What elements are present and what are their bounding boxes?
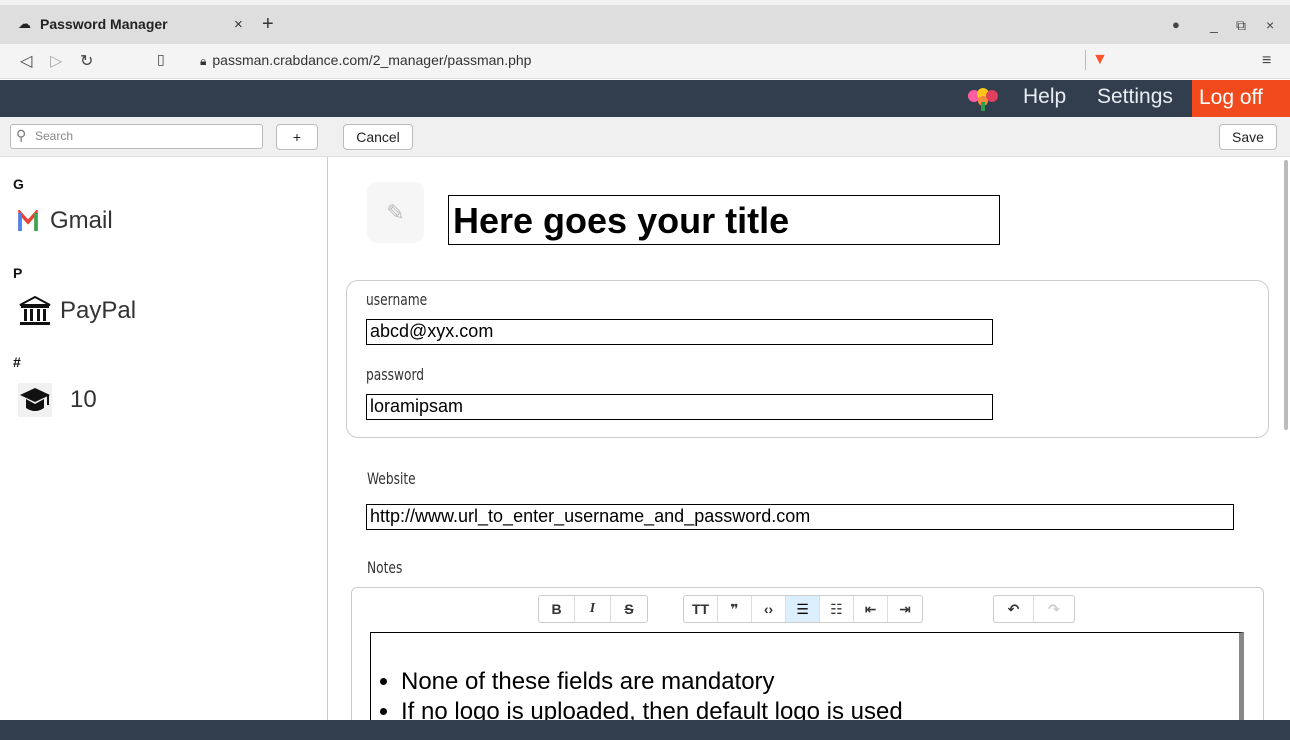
search-placeholder: Search	[35, 129, 74, 143]
list-item-paypal[interactable]: PayPal	[18, 291, 136, 331]
code-button[interactable]: ‹›	[752, 596, 786, 622]
profile-icon[interactable]: ●	[1172, 17, 1180, 32]
cancel-button[interactable]: Cancel	[343, 124, 413, 150]
url-field[interactable]: 🔒︎ passman.crabdance.com/2_manager/passma…	[200, 52, 531, 69]
bullet-list-button[interactable]: ☰	[786, 596, 820, 622]
graduation-cap-icon	[18, 383, 52, 417]
bookmark-icon[interactable]: ▯	[157, 51, 165, 68]
notes-textarea[interactable]: None of these fields are mandatory If no…	[370, 632, 1244, 732]
pencil-icon: ✎	[386, 199, 405, 225]
close-window-button[interactable]: ×	[1266, 17, 1274, 33]
website-label: Website	[367, 469, 416, 488]
group-letter: G	[13, 176, 24, 192]
numbered-list-button[interactable]: ☷	[820, 596, 854, 622]
back-icon[interactable]: ◁	[20, 51, 32, 71]
website-field[interactable]: http://www.url_to_enter_username_and_pas…	[366, 504, 1234, 530]
list-item-10[interactable]: 10	[18, 380, 97, 420]
address-bar-row: ◁ ▷ ↻ ▯ 🔒︎ passman.crabdance.com/2_manage…	[0, 44, 1290, 79]
tab-close-icon[interactable]: ×	[234, 16, 243, 33]
url-text: passman.crabdance.com/2_manager/passman.…	[212, 52, 532, 68]
flower-logo-icon	[968, 88, 998, 111]
tab-title: Password Manager	[40, 16, 168, 32]
save-button[interactable]: Save	[1219, 124, 1277, 150]
browser-menu-icon[interactable]: ≡	[1262, 52, 1271, 70]
block-group: TT ❞ ‹› ☰ ☷ ⇤ ⇥	[683, 595, 923, 623]
minimize-button[interactable]: _	[1210, 17, 1218, 33]
indent-button[interactable]: ⇥	[888, 596, 922, 622]
password-label: password	[366, 365, 425, 384]
sidebar-divider	[327, 157, 328, 720]
site-icon: ☁	[18, 16, 31, 31]
search-icon: ⚲	[16, 127, 27, 143]
reload-icon[interactable]: ↻	[80, 51, 93, 71]
group-letter: P	[13, 265, 23, 281]
format-group: B I S	[538, 595, 648, 623]
lock-icon: 🔒︎	[200, 54, 207, 68]
entry-label: PayPal	[60, 297, 137, 324]
brave-shield-icon[interactable]: ▼	[1085, 50, 1108, 70]
forward-icon[interactable]: ▷	[50, 51, 62, 71]
app-header: Help Settings Log off	[0, 80, 1290, 117]
italic-button[interactable]: I	[575, 596, 611, 622]
logo-upload-button[interactable]: ✎	[367, 182, 424, 243]
strikethrough-button[interactable]: S	[611, 596, 647, 622]
history-group: ↶ ↷	[993, 595, 1075, 623]
restore-button[interactable]: ⧉	[1236, 17, 1246, 34]
group-letter: #	[13, 354, 21, 370]
list-item-gmail[interactable]: Gmail	[18, 201, 113, 241]
bank-icon	[19, 295, 51, 325]
search-input[interactable]: ⚲ Search	[10, 124, 263, 149]
bold-button[interactable]: B	[539, 596, 575, 622]
browser-tab-bar: ☁ Password Manager × + ● _ ⧉ ×	[0, 0, 1290, 44]
action-toolbar: ⚲ Search + Cancel Save	[0, 117, 1290, 157]
username-field[interactable]: abcd@xyx.com	[366, 319, 993, 345]
notes-list: None of these fields are mandatory If no…	[401, 667, 903, 727]
heading-button[interactable]: TT	[684, 596, 718, 622]
quote-button[interactable]: ❞	[718, 596, 752, 622]
new-tab-button[interactable]: +	[262, 13, 274, 36]
add-entry-button[interactable]: +	[276, 124, 318, 150]
settings-link[interactable]: Settings	[1097, 85, 1173, 109]
browser-tab[interactable]: ☁ Password Manager ×	[8, 11, 252, 37]
list-item: None of these fields are mandatory	[401, 667, 903, 697]
logoff-button[interactable]: Log off	[1192, 80, 1290, 117]
undo-button[interactable]: ↶	[994, 596, 1034, 622]
gmail-icon	[18, 210, 38, 231]
outdent-button[interactable]: ⇤	[854, 596, 888, 622]
username-label: username	[366, 290, 428, 309]
redo-button[interactable]: ↷	[1034, 596, 1074, 622]
entry-label: 10	[70, 386, 97, 413]
password-field[interactable]: loramipsam	[366, 394, 993, 420]
scrollbar[interactable]	[1284, 160, 1288, 430]
notes-label: Notes	[367, 558, 403, 577]
footer-bar	[0, 720, 1290, 740]
entry-label: Gmail	[50, 207, 113, 234]
help-link[interactable]: Help	[1023, 85, 1066, 109]
title-input[interactable]: Here goes your title	[448, 195, 1000, 245]
